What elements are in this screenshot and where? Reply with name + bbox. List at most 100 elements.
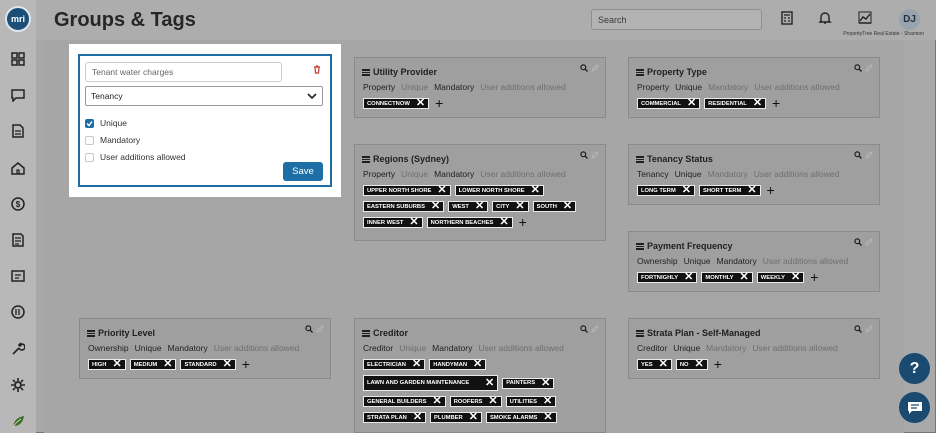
remove-tag-icon[interactable]: ✕ <box>473 359 482 370</box>
remove-tag-icon[interactable]: ✕ <box>412 359 421 370</box>
settings-icon[interactable] <box>10 377 26 393</box>
remove-tag-icon[interactable]: ✕ <box>469 412 478 423</box>
remove-tag-icon[interactable]: ✕ <box>747 185 756 196</box>
remove-tag-icon[interactable]: ✕ <box>431 201 440 212</box>
remove-tag-icon[interactable]: ✕ <box>113 359 122 370</box>
search-icon[interactable] <box>854 325 862 333</box>
remove-tag-icon[interactable]: ✕ <box>488 396 497 407</box>
add-tag-icon[interactable]: + <box>519 215 527 229</box>
logo[interactable]: mri <box>5 6 31 32</box>
dashboard-icon[interactable] <box>10 51 26 67</box>
user-additions-checkbox[interactable] <box>85 152 94 162</box>
property-tenancy: Tenancy <box>637 169 669 179</box>
ledger-icon[interactable] <box>10 232 26 248</box>
drag-handle-icon[interactable] <box>636 242 644 250</box>
group-name-input[interactable] <box>85 62 282 82</box>
edit-icon[interactable] <box>591 325 599 333</box>
drag-handle-icon[interactable] <box>362 329 370 337</box>
add-tag-icon[interactable]: + <box>714 357 722 371</box>
group-type-select[interactable]: Tenancy <box>85 86 323 106</box>
chat-button[interactable] <box>899 392 930 423</box>
edit-icon[interactable] <box>865 151 873 159</box>
unique-checkbox[interactable] <box>85 118 94 128</box>
unique-option[interactable]: Unique <box>85 118 127 128</box>
save-button[interactable]: Save <box>283 162 323 181</box>
search-icon[interactable] <box>854 151 862 159</box>
remove-tag-icon[interactable]: ✕ <box>543 412 552 423</box>
tag-label: SHORT TERM <box>703 187 742 194</box>
remove-tag-icon[interactable]: ✕ <box>499 217 508 228</box>
bell-icon[interactable] <box>818 11 832 25</box>
money-icon[interactable]: $ <box>10 196 26 212</box>
user-additions-option[interactable]: User additions allowed <box>85 152 186 162</box>
remove-tag-icon[interactable]: ✕ <box>485 377 494 388</box>
remove-tag-icon[interactable]: ✕ <box>437 185 446 196</box>
add-tag-icon[interactable]: + <box>810 270 818 284</box>
messages-icon[interactable] <box>10 87 26 103</box>
tag-label: YES <box>641 361 653 368</box>
remove-tag-icon[interactable]: ✕ <box>515 201 524 212</box>
mandatory-option[interactable]: Mandatory <box>85 135 140 145</box>
tools-icon[interactable] <box>10 341 26 357</box>
search-icon[interactable] <box>580 151 588 159</box>
remove-tag-icon[interactable]: ✕ <box>659 359 668 370</box>
remove-tag-icon[interactable]: ✕ <box>687 98 696 109</box>
calculator-icon[interactable] <box>780 11 794 25</box>
mandatory-checkbox[interactable] <box>85 135 94 145</box>
card-actions <box>854 325 873 333</box>
drag-handle-icon[interactable] <box>87 329 95 337</box>
remove-tag-icon[interactable]: ✕ <box>416 98 425 109</box>
edit-icon[interactable] <box>591 151 599 159</box>
inspections-icon[interactable] <box>10 268 26 284</box>
search-icon[interactable] <box>854 238 862 246</box>
add-tag-icon[interactable]: + <box>772 96 780 110</box>
documents-icon[interactable] <box>10 123 26 139</box>
remove-tag-icon[interactable]: ✕ <box>753 98 762 109</box>
drag-handle-icon[interactable] <box>636 329 644 337</box>
user-additions-label: User additions allowed <box>100 152 186 162</box>
edit-icon[interactable] <box>865 64 873 72</box>
properties-icon[interactable] <box>10 160 26 176</box>
add-tag-icon[interactable]: + <box>242 357 250 371</box>
drag-handle-icon[interactable] <box>636 68 644 76</box>
edit-icon[interactable] <box>591 64 599 72</box>
chat-icon <box>907 401 922 414</box>
help-button[interactable]: ? <box>899 353 930 384</box>
remove-tag-icon[interactable]: ✕ <box>163 359 172 370</box>
property-unique: Unique <box>673 343 701 353</box>
search-input[interactable] <box>591 9 762 30</box>
drag-handle-icon[interactable] <box>362 155 370 163</box>
search-icon[interactable] <box>854 64 862 72</box>
tag-list: HIGH ✕ MEDIUM ✕ STANDARD ✕ + <box>88 357 324 371</box>
remove-tag-icon[interactable]: ✕ <box>791 272 800 283</box>
search-icon[interactable] <box>580 64 588 72</box>
edit-icon[interactable] <box>316 325 324 333</box>
edit-icon[interactable] <box>865 238 873 246</box>
remove-tag-icon[interactable]: ✕ <box>682 185 691 196</box>
search-icon[interactable] <box>305 325 313 333</box>
drag-handle-icon[interactable] <box>362 68 370 76</box>
chart-icon[interactable] <box>858 11 872 25</box>
trash-icon[interactable] <box>313 65 321 74</box>
remove-tag-icon[interactable]: ✕ <box>543 396 552 407</box>
remove-tag-icon[interactable]: ✕ <box>541 377 550 388</box>
add-tag-icon[interactable]: + <box>767 183 775 197</box>
remove-tag-icon[interactable]: ✕ <box>531 185 540 196</box>
reports-icon[interactable] <box>10 304 26 320</box>
remove-tag-icon[interactable]: ✕ <box>475 201 484 212</box>
remove-tag-icon[interactable]: ✕ <box>695 359 704 370</box>
leaf-icon[interactable] <box>10 413 26 429</box>
drag-handle-icon[interactable] <box>636 155 644 163</box>
add-tag-icon[interactable]: + <box>435 96 443 110</box>
remove-tag-icon[interactable]: ✕ <box>432 396 441 407</box>
remove-tag-icon[interactable]: ✕ <box>740 272 749 283</box>
remove-tag-icon[interactable]: ✕ <box>563 201 572 212</box>
remove-tag-icon[interactable]: ✕ <box>413 412 422 423</box>
remove-tag-icon[interactable]: ✕ <box>409 217 418 228</box>
remove-tag-icon[interactable]: ✕ <box>684 272 693 283</box>
tag-electrician: ELECTRICIAN ✕ <box>363 359 426 370</box>
avatar[interactable]: DJ <box>899 9 920 30</box>
search-icon[interactable] <box>580 325 588 333</box>
remove-tag-icon[interactable]: ✕ <box>223 359 232 370</box>
edit-icon[interactable] <box>865 325 873 333</box>
